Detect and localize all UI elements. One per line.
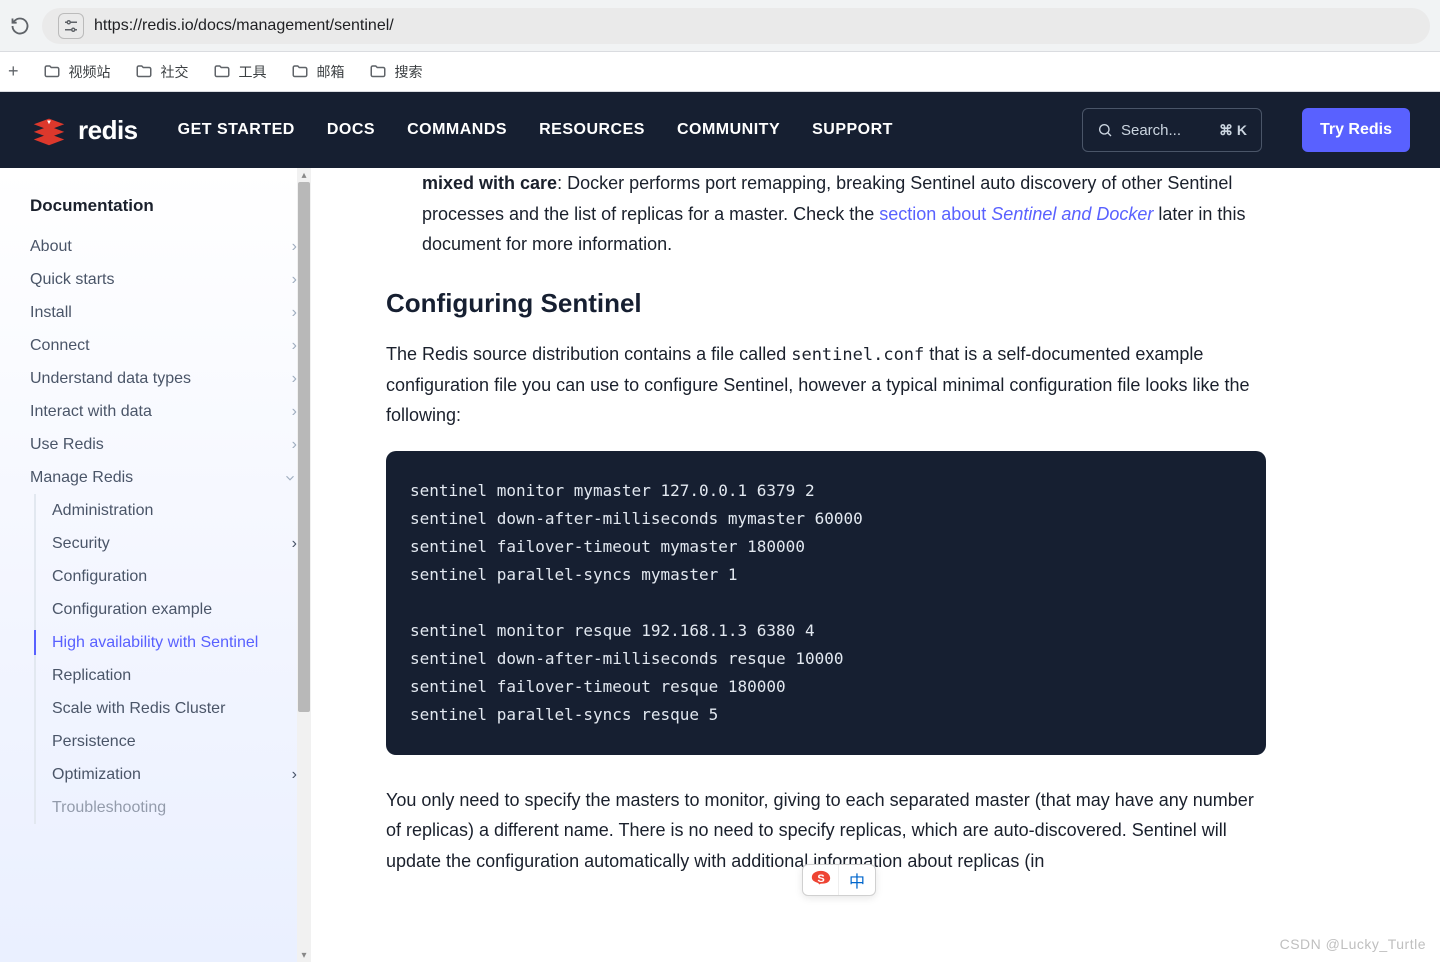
- sidebar-sub-replication[interactable]: Replication: [52, 659, 297, 692]
- folder-icon: [43, 63, 61, 81]
- bookmark-item[interactable]: 社交: [135, 62, 189, 82]
- sidebar-sub-optimization[interactable]: Optimization›: [52, 758, 297, 791]
- bookmark-label: 工具: [239, 62, 267, 82]
- sidebar-item-use-redis[interactable]: Use Redis›: [30, 428, 297, 461]
- bookmark-label: 搜索: [395, 62, 423, 82]
- sidebar-sub-configuration-example[interactable]: Configuration example: [52, 593, 297, 626]
- docs-sidebar: Documentation About› Quick starts› Insta…: [0, 168, 311, 962]
- sidebar-item-manage-redis[interactable]: Manage Redis: [30, 461, 297, 494]
- url-bar[interactable]: https://redis.io/docs/management/sentine…: [42, 8, 1430, 44]
- logo-text: redis: [78, 115, 138, 146]
- url-text: https://redis.io/docs/management/sentine…: [94, 17, 394, 35]
- sidebar-item-interact[interactable]: Interact with data›: [30, 395, 297, 428]
- intro-paragraph: The Redis source distribution contains a…: [386, 339, 1266, 431]
- sidebar-item-about[interactable]: About›: [30, 230, 297, 263]
- bookmark-item[interactable]: 邮箱: [291, 62, 345, 82]
- sidebar-heading: Documentation: [30, 196, 297, 216]
- chevron-down-icon: [283, 471, 297, 485]
- bookmark-label: 社交: [161, 62, 189, 82]
- watermark-text: CSDN @Lucky_Turtle: [1280, 936, 1426, 952]
- sentinel-config-codeblock[interactable]: sentinel monitor mymaster 127.0.0.1 6379…: [386, 451, 1266, 755]
- scrollbar-thumb[interactable]: [298, 182, 310, 712]
- ime-logo-icon: S: [803, 865, 839, 895]
- sentinel-docker-link[interactable]: section about Sentinel and Docker: [879, 204, 1153, 224]
- folder-icon: [135, 63, 153, 81]
- nav-commands[interactable]: COMMANDS: [407, 121, 507, 139]
- bookmark-bar: + 视频站 社交 工具 邮箱 搜索: [0, 52, 1440, 92]
- sidebar-item-quick-starts[interactable]: Quick starts›: [30, 263, 297, 296]
- nav-get-started[interactable]: GET STARTED: [178, 121, 295, 139]
- sidebar-sub-cluster[interactable]: Scale with Redis Cluster: [52, 692, 297, 725]
- scroll-up-icon[interactable]: ▴: [297, 168, 311, 182]
- add-bookmark-button[interactable]: +: [8, 61, 19, 82]
- svg-text:S: S: [817, 873, 824, 885]
- try-redis-button[interactable]: Try Redis: [1302, 108, 1410, 152]
- configuring-sentinel-heading: Configuring Sentinel: [386, 288, 1266, 319]
- main-content: mixed with care: Docker performs port re…: [311, 168, 1440, 962]
- sidebar-item-data-types[interactable]: Understand data types›: [30, 362, 297, 395]
- sidebar-item-install[interactable]: Install›: [30, 296, 297, 329]
- site-settings-icon[interactable]: [58, 13, 84, 39]
- sentinel-conf-code: sentinel.conf: [791, 345, 924, 365]
- sidebar-sub-security[interactable]: Security›: [52, 527, 297, 560]
- docker-note-paragraph: mixed with care: Docker performs port re…: [386, 168, 1266, 260]
- folder-icon: [291, 63, 309, 81]
- sidebar-sub-troubleshooting[interactable]: Troubleshooting: [52, 791, 297, 824]
- redis-logo-icon: [30, 111, 68, 149]
- primary-nav: GET STARTED DOCS COMMANDS RESOURCES COMM…: [178, 121, 893, 139]
- nav-support[interactable]: SUPPORT: [812, 121, 893, 139]
- search-button[interactable]: Search... ⌘ K: [1082, 108, 1262, 152]
- bookmark-item[interactable]: 视频站: [43, 62, 111, 82]
- sidebar-sub-persistence[interactable]: Persistence: [52, 725, 297, 758]
- folder-icon: [213, 63, 231, 81]
- nav-docs[interactable]: DOCS: [327, 121, 375, 139]
- search-shortcut: ⌘ K: [1219, 122, 1247, 139]
- sidebar-sub-administration[interactable]: Administration: [52, 494, 297, 527]
- sidebar-sub-sentinel[interactable]: High availability with Sentinel: [52, 626, 297, 659]
- ime-language-label: 中: [839, 865, 875, 895]
- reload-icon[interactable]: [10, 16, 30, 36]
- browser-toolbar: https://redis.io/docs/management/sentine…: [0, 0, 1440, 52]
- sidebar-item-connect[interactable]: Connect›: [30, 329, 297, 362]
- nav-resources[interactable]: RESOURCES: [539, 121, 645, 139]
- text-bold: mixed with care: [422, 173, 557, 193]
- search-icon: [1097, 122, 1113, 138]
- masters-paragraph: You only need to specify the masters to …: [386, 785, 1266, 877]
- bookmark-label: 视频站: [69, 62, 111, 82]
- nav-community[interactable]: COMMUNITY: [677, 121, 780, 139]
- sidebar-scrollbar[interactable]: ▴ ▾: [297, 168, 311, 962]
- bookmark-item[interactable]: 搜索: [369, 62, 423, 82]
- site-header: redis GET STARTED DOCS COMMANDS RESOURCE…: [0, 92, 1440, 168]
- bookmark-label: 邮箱: [317, 62, 345, 82]
- ime-indicator[interactable]: S 中: [802, 864, 876, 896]
- logo[interactable]: redis: [30, 111, 138, 149]
- search-placeholder: Search...: [1121, 122, 1211, 139]
- scroll-down-icon[interactable]: ▾: [297, 948, 311, 962]
- sidebar-sub-configuration[interactable]: Configuration: [52, 560, 297, 593]
- bookmark-item[interactable]: 工具: [213, 62, 267, 82]
- folder-icon: [369, 63, 387, 81]
